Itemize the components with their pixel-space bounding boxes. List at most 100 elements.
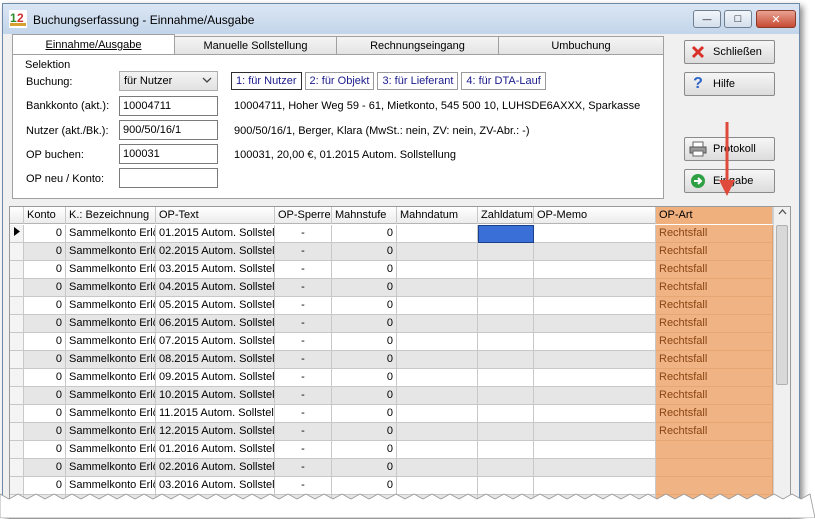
nutzer-input[interactable] bbox=[119, 120, 218, 140]
cell-bezeichnung[interactable]: Sammelkonto Erlö bbox=[66, 315, 156, 333]
cell-op-text[interactable]: 07.2015 Autom. Sollstellu bbox=[156, 333, 275, 351]
cell-op-sperre[interactable]: - bbox=[275, 369, 332, 387]
cell-op-memo[interactable] bbox=[534, 243, 656, 261]
cell-op-text[interactable]: 02.2016 Autom. Sollstellu bbox=[156, 459, 275, 477]
cell-op-art[interactable]: Rechtsfall bbox=[656, 225, 773, 243]
cell-bezeichnung[interactable]: Sammelkonto Erlö bbox=[66, 441, 156, 459]
row-indicator[interactable] bbox=[10, 387, 24, 405]
cell-op-sperre[interactable]: - bbox=[275, 297, 332, 315]
cell-konto[interactable]: 0 bbox=[24, 351, 66, 369]
row-indicator[interactable] bbox=[10, 279, 24, 297]
col-header-op-memo[interactable]: OP-Memo bbox=[534, 207, 656, 224]
schliessen-button[interactable]: Schließen bbox=[684, 40, 775, 64]
table-row[interactable]: 0 Sammelkonto Erlö 05.2015 Autom. Sollstel… bbox=[10, 297, 773, 315]
table-row[interactable]: 0 Sammelkonto Erlö 04.2015 Autom. Sollstel… bbox=[10, 279, 773, 297]
cell-op-sperre[interactable]: - bbox=[275, 243, 332, 261]
cell-op-memo[interactable] bbox=[534, 279, 656, 297]
cell-konto[interactable]: 0 bbox=[24, 225, 66, 243]
cell-zahldatum[interactable] bbox=[478, 441, 534, 459]
cell-konto[interactable]: 0 bbox=[24, 261, 66, 279]
tab-manuelle-sollstellung[interactable]: Manuelle Sollstellung bbox=[174, 36, 337, 54]
cell-op-text[interactable]: 03.2015 Autom. Sollstellu bbox=[156, 261, 275, 279]
cell-op-memo[interactable] bbox=[534, 333, 656, 351]
cell-op-sperre[interactable]: - bbox=[275, 441, 332, 459]
cell-zahldatum[interactable] bbox=[478, 423, 534, 441]
cell-op-art[interactable]: Rechtsfall bbox=[656, 243, 773, 261]
cell-konto[interactable]: 0 bbox=[24, 369, 66, 387]
cell-bezeichnung[interactable]: Sammelkonto Erlö bbox=[66, 261, 156, 279]
cell-op-art[interactable]: Rechtsfall bbox=[656, 351, 773, 369]
cell-op-memo[interactable] bbox=[534, 369, 656, 387]
cell-konto[interactable]: 0 bbox=[24, 423, 66, 441]
cell-mahndatum[interactable] bbox=[397, 387, 478, 405]
tab-rechnungseingang[interactable]: Rechnungseingang bbox=[336, 36, 499, 54]
col-header-op-art[interactable]: OP-Art bbox=[656, 207, 773, 224]
cell-bezeichnung[interactable]: Sammelkonto Erlö bbox=[66, 369, 156, 387]
cell-op-sperre[interactable]: - bbox=[275, 279, 332, 297]
cell-mahnstufe[interactable]: 0 bbox=[332, 387, 397, 405]
row-indicator[interactable] bbox=[10, 369, 24, 387]
cell-konto[interactable]: 0 bbox=[24, 405, 66, 423]
table-row[interactable]: 0 Sammelkonto Erlö 02.2016 Autom. Sollstel… bbox=[10, 459, 773, 477]
cell-op-art[interactable]: Rechtsfall bbox=[656, 423, 773, 441]
cell-op-text[interactable]: 12.2015 Autom. Sollstellu bbox=[156, 423, 275, 441]
col-header-mahndatum[interactable]: Mahndatum bbox=[397, 207, 478, 224]
cell-zahldatum[interactable] bbox=[478, 459, 534, 477]
cell-op-art[interactable] bbox=[656, 459, 773, 477]
cell-mahndatum[interactable] bbox=[397, 315, 478, 333]
cell-mahnstufe[interactable]: 0 bbox=[332, 243, 397, 261]
cell-mahnstufe[interactable]: 0 bbox=[332, 441, 397, 459]
cell-mahndatum[interactable] bbox=[397, 369, 478, 387]
row-indicator[interactable] bbox=[10, 351, 24, 369]
cell-op-sperre[interactable]: - bbox=[275, 387, 332, 405]
table-row[interactable]: 0 Sammelkonto Erlö 01.2016 Autom. Sollstel… bbox=[10, 441, 773, 459]
cell-zahldatum[interactable] bbox=[478, 261, 534, 279]
cell-zahldatum[interactable] bbox=[478, 297, 534, 315]
cell-op-memo[interactable] bbox=[534, 351, 656, 369]
cell-op-sperre[interactable]: - bbox=[275, 225, 332, 243]
table-row[interactable]: 0 Sammelkonto Erlö 12.2015 Autom. Sollstel… bbox=[10, 423, 773, 441]
cell-zahldatum[interactable] bbox=[478, 315, 534, 333]
row-indicator[interactable] bbox=[10, 225, 24, 243]
cell-op-text[interactable]: 01.2015 Autom. Sollstellu bbox=[156, 225, 275, 243]
col-header-mahnstufe[interactable]: Mahnstufe bbox=[332, 207, 397, 224]
table-row[interactable]: 0 Sammelkonto Erlö 08.2015 Autom. Sollstel… bbox=[10, 351, 773, 369]
cell-bezeichnung[interactable]: Sammelkonto Erlö bbox=[66, 225, 156, 243]
cell-mahnstufe[interactable]: 0 bbox=[332, 351, 397, 369]
tab-umbuchung[interactable]: Umbuchung bbox=[498, 36, 664, 54]
row-indicator[interactable] bbox=[10, 243, 24, 261]
filter-fuer-lieferant-button[interactable]: 3: für Lieferant bbox=[377, 72, 459, 90]
cell-bezeichnung[interactable]: Sammelkonto Erlö bbox=[66, 405, 156, 423]
cell-mahndatum[interactable] bbox=[397, 459, 478, 477]
table-row[interactable]: 0 Sammelkonto Erlö 02.2015 Autom. Sollstel… bbox=[10, 243, 773, 261]
cell-op-memo[interactable] bbox=[534, 297, 656, 315]
cell-mahndatum[interactable] bbox=[397, 441, 478, 459]
cell-zahldatum[interactable] bbox=[478, 405, 534, 423]
cell-konto[interactable]: 0 bbox=[24, 459, 66, 477]
scrollbar-thumb[interactable] bbox=[776, 225, 788, 385]
table-row[interactable]: 0 Sammelkonto Erlö 06.2015 Autom. Sollstel… bbox=[10, 315, 773, 333]
hilfe-button[interactable]: ? Hilfe bbox=[684, 72, 775, 96]
buchung-select[interactable]: für Nutzer bbox=[119, 71, 218, 91]
cell-mahnstufe[interactable]: 0 bbox=[332, 333, 397, 351]
cell-op-sperre[interactable]: - bbox=[275, 261, 332, 279]
cell-konto[interactable]: 0 bbox=[24, 297, 66, 315]
cell-op-memo[interactable] bbox=[534, 405, 656, 423]
cell-op-memo[interactable] bbox=[534, 441, 656, 459]
filter-fuer-objekt-button[interactable]: 2: für Objekt bbox=[304, 72, 375, 90]
cell-op-sperre[interactable]: - bbox=[275, 315, 332, 333]
cell-mahndatum[interactable] bbox=[397, 243, 478, 261]
minimize-button[interactable]: — bbox=[693, 10, 721, 28]
cell-op-sperre[interactable]: - bbox=[275, 459, 332, 477]
cell-bezeichnung[interactable]: Sammelkonto Erlö bbox=[66, 459, 156, 477]
cell-zahldatum[interactable] bbox=[478, 225, 534, 243]
col-header-op-text[interactable]: OP-Text bbox=[156, 207, 275, 224]
cell-zahldatum[interactable] bbox=[478, 279, 534, 297]
cell-op-art[interactable]: Rechtsfall bbox=[656, 387, 773, 405]
cell-mahndatum[interactable] bbox=[397, 225, 478, 243]
row-indicator[interactable] bbox=[10, 261, 24, 279]
table-row[interactable]: 0 Sammelkonto Erlö 01.2015 Autom. Sollstel… bbox=[10, 225, 773, 243]
cell-konto[interactable]: 0 bbox=[24, 441, 66, 459]
cell-konto[interactable]: 0 bbox=[24, 387, 66, 405]
cell-zahldatum[interactable] bbox=[478, 351, 534, 369]
